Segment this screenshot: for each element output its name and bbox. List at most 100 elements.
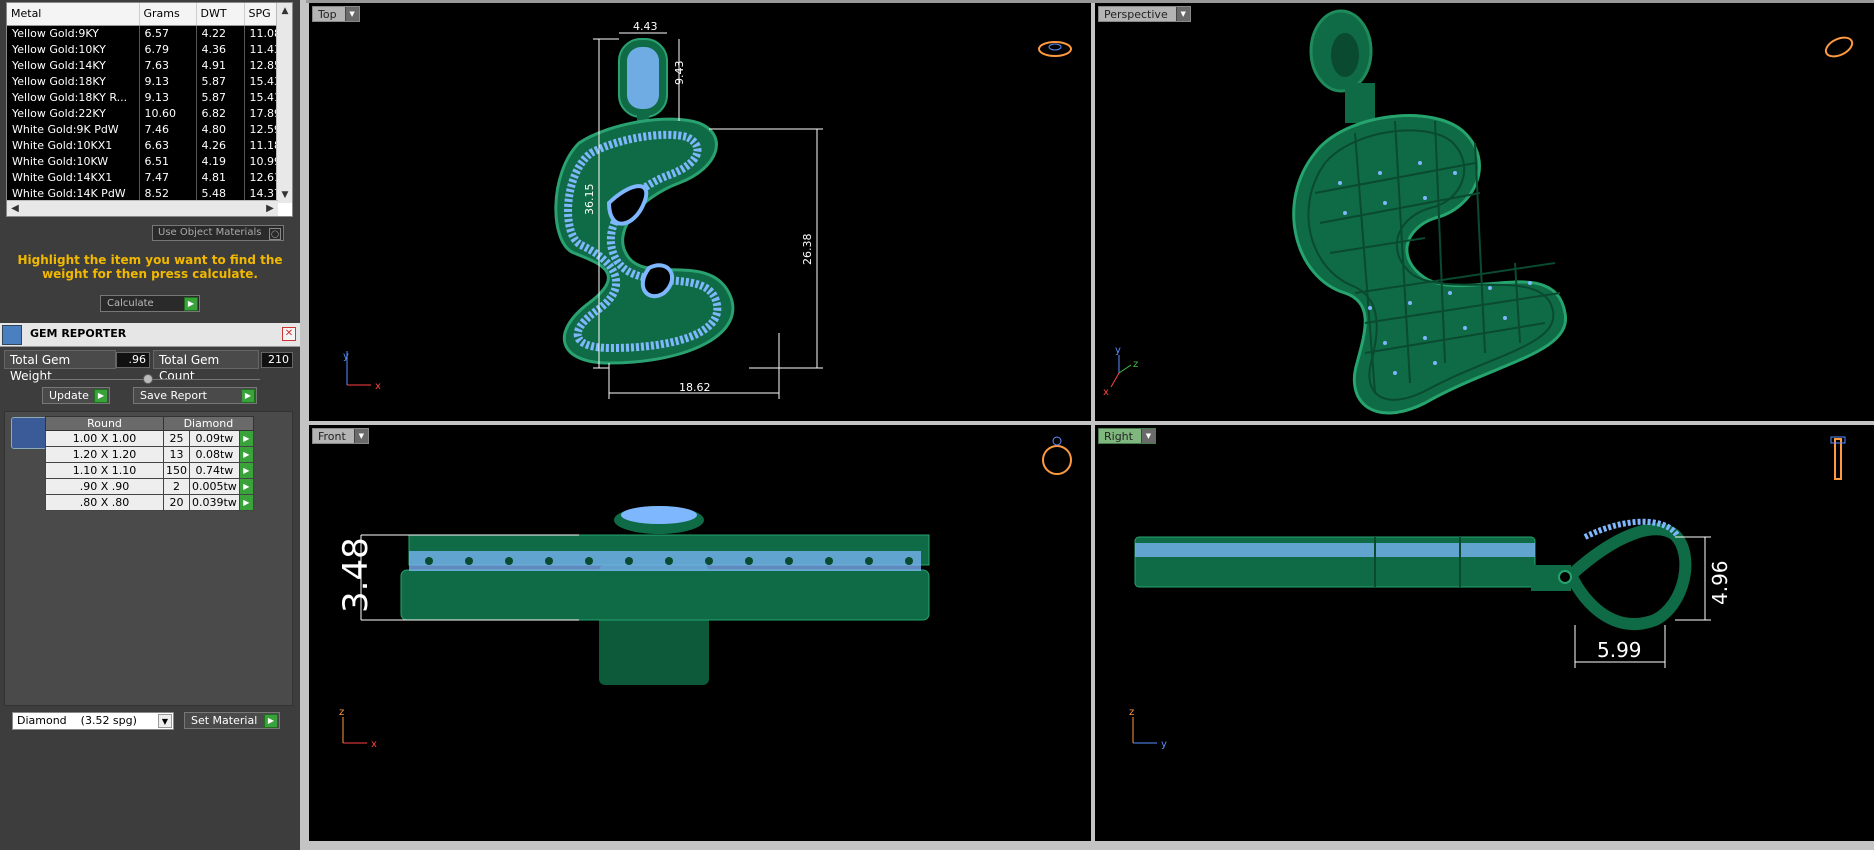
view-menu-perspective[interactable]: Perspective ▼ — [1098, 6, 1191, 22]
use-object-materials-dropdown[interactable]: Use Object Materials ◯ — [152, 225, 284, 241]
table-row[interactable]: White Gold:10KW 6.51 4.19 10.99 — [7, 153, 288, 169]
scroll-left-icon[interactable]: ◀ — [7, 201, 23, 216]
scroll-down-icon[interactable]: ▼ — [277, 187, 292, 203]
perspective-viewport[interactable]: y z x Perspective ▼ — [1095, 3, 1874, 421]
table-cell: 4.26 — [196, 137, 245, 153]
table-row[interactable]: White Gold:14KX1 7.47 4.81 12.61 — [7, 169, 288, 185]
gem-cell: 1.00 X 1.00 — [45, 430, 164, 447]
gem-list-panel: Round Diamond 1.00 X 1.00 25 0.09tw ▶ 1.20 X… — [4, 411, 293, 706]
select-gem-icon[interactable]: ▶ — [238, 430, 254, 447]
dim-pin-width: 4.43 — [633, 20, 658, 33]
front-view-canvas: 3.48 z x — [336, 436, 1072, 750]
view-menu-front[interactable]: Front ▼ — [312, 428, 369, 444]
save-report-button[interactable]: Save Report ▶ — [133, 387, 257, 404]
ring-orientation-icon — [1038, 41, 1072, 57]
gem-cell: 0.005tw — [189, 478, 240, 495]
table-row[interactable]: Yellow Gold:10KY 6.79 4.36 11.43 — [7, 41, 288, 57]
svg-text:x: x — [371, 739, 377, 750]
dim-bail-width: 5.99 — [1597, 638, 1642, 662]
table-cell: 9.13 — [139, 73, 197, 89]
table-cell: 4.80 — [196, 121, 245, 137]
gem-cell: .80 X .80 — [45, 494, 164, 511]
view-menu-top[interactable]: Top ▼ — [312, 6, 360, 22]
svg-text:x: x — [375, 381, 381, 392]
scroll-right-icon[interactable]: ▶ — [262, 201, 278, 216]
set-material-button[interactable]: Set Material ▶ — [184, 712, 280, 729]
table-row[interactable]: White Gold:10KX1 6.63 4.26 11.18 — [7, 137, 288, 153]
pendant-front-model — [400, 506, 930, 685]
table-row[interactable]: Yellow Gold:18KY R... 9.13 5.87 15.41 — [7, 89, 288, 105]
metal-weight-table: Metal Grams DWT SPG Yellow Gold:9KY 6.57 4… — [6, 2, 293, 217]
table-row[interactable]: White Gold:9K PdW 7.46 4.80 12.59 — [7, 121, 288, 137]
svg-text:z: z — [1133, 359, 1138, 370]
horizontal-scrollbar[interactable]: ◀ ▶ — [7, 200, 278, 216]
axis-indicator: y z x — [1103, 345, 1138, 398]
gem-row[interactable]: 1.20 X 1.20 13 0.08tw ▶ — [45, 446, 254, 463]
play-icon: ▶ — [264, 714, 278, 728]
table-cell: White Gold:9K PdW — [7, 121, 140, 137]
table-cell: 7.47 — [139, 169, 197, 185]
axis-indicator: z y — [1129, 707, 1167, 750]
select-gem-icon[interactable]: ▶ — [238, 462, 254, 479]
chevron-down-icon: ▼ — [1140, 429, 1155, 443]
update-button[interactable]: Update ▶ — [42, 387, 110, 404]
gem-cell: 20 — [163, 494, 190, 511]
top-viewport[interactable]: 4.43 9.43 36.15 26.38 18.62 y x Top ▼ — [309, 3, 1091, 421]
gem-cell: 0.74tw — [189, 462, 240, 479]
table-row[interactable]: Yellow Gold:14KY 7.63 4.91 12.85 — [7, 57, 288, 73]
calculate-button[interactable]: Calculate ▶ — [100, 295, 200, 312]
set-material-label: Set Material — [191, 714, 258, 727]
gem-reporter-title: GEM REPORTER — [30, 327, 127, 340]
select-gem-icon[interactable]: ▶ — [238, 478, 254, 495]
table-cell: White Gold:14KX1 — [7, 169, 140, 185]
table-row[interactable]: Yellow Gold:9KY 6.57 4.22 11.08 — [7, 25, 288, 41]
table-cell: 4.19 — [196, 153, 245, 169]
table-header-row: Metal Grams DWT SPG — [7, 3, 288, 26]
column-header-metal[interactable]: Metal — [7, 3, 140, 26]
ring-orientation-icon — [1830, 436, 1846, 480]
table-row[interactable]: Yellow Gold:18KY 9.13 5.87 15.43 — [7, 73, 288, 89]
column-header-grams[interactable]: Grams — [139, 3, 197, 26]
select-gem-icon[interactable]: ▶ — [238, 494, 254, 511]
right-view-canvas: 4.96 5.99 z y — [1129, 436, 1846, 750]
scroll-up-icon[interactable]: ▲ — [277, 3, 292, 19]
view-label: Perspective — [1104, 8, 1168, 21]
svg-text:z: z — [1129, 707, 1134, 718]
round-diamond-icon[interactable] — [11, 417, 47, 449]
view-menu-right[interactable]: Right ▼ — [1098, 428, 1156, 444]
total-gem-count-label: Total Gem Count — [153, 350, 259, 383]
select-gem-icon[interactable]: ▶ — [238, 446, 254, 463]
gem-cell: 0.08tw — [189, 446, 240, 463]
dim-body-height: 26.38 — [801, 234, 814, 266]
table-row[interactable]: Yellow Gold:22KY 10.60 6.82 17.89 — [7, 105, 288, 121]
calculate-hint: Highlight the item you want to find the … — [17, 253, 283, 281]
table-cell: 6.79 — [139, 41, 197, 57]
calculate-label: Calculate — [107, 298, 154, 309]
slider-knob[interactable] — [143, 374, 153, 384]
vertical-scrollbar[interactable]: ▲ ▼ — [276, 3, 292, 203]
ring-orientation-icon — [1824, 36, 1854, 58]
gem-row[interactable]: 1.00 X 1.00 25 0.09tw ▶ — [45, 430, 254, 447]
dim-thickness: 3.48 — [336, 537, 376, 613]
table-cell: 6.51 — [139, 153, 197, 169]
chevron-down-icon: ▼ — [1175, 7, 1190, 21]
play-icon: ▶ — [241, 389, 255, 403]
update-label: Update — [49, 389, 89, 402]
close-icon[interactable]: ✕ — [282, 327, 296, 341]
table-cell: Yellow Gold:14KY — [7, 57, 140, 73]
view-label: Right — [1104, 430, 1133, 443]
total-gem-count-value: 210 — [261, 352, 293, 368]
material-select-value: Diamond (3.52 spg) — [17, 714, 137, 727]
right-viewport[interactable]: 4.96 5.99 z y Right ▼ — [1095, 425, 1874, 841]
table-cell: 10.60 — [139, 105, 197, 121]
column-header-dwt[interactable]: DWT — [196, 3, 245, 26]
gem-row[interactable]: 1.10 X 1.10 150 0.74tw ▶ — [45, 462, 254, 479]
gem-row[interactable]: .90 X .90 2 0.005tw ▶ — [45, 478, 254, 495]
viewport-area: 4.43 9.43 36.15 26.38 18.62 y x Top ▼ y … — [306, 0, 1874, 850]
ring-orientation-icon — [1042, 436, 1072, 475]
table-row[interactable]: White Gold:14K PdW 8.52 5.48 14.37 — [7, 185, 288, 201]
front-viewport[interactable]: 3.48 z x Front ▼ — [309, 425, 1091, 841]
gem-row[interactable]: .80 X .80 20 0.039tw ▶ — [45, 494, 254, 511]
table-cell: 8.52 — [139, 185, 197, 201]
material-select[interactable]: Diamond (3.52 spg) ▼ — [12, 712, 174, 730]
